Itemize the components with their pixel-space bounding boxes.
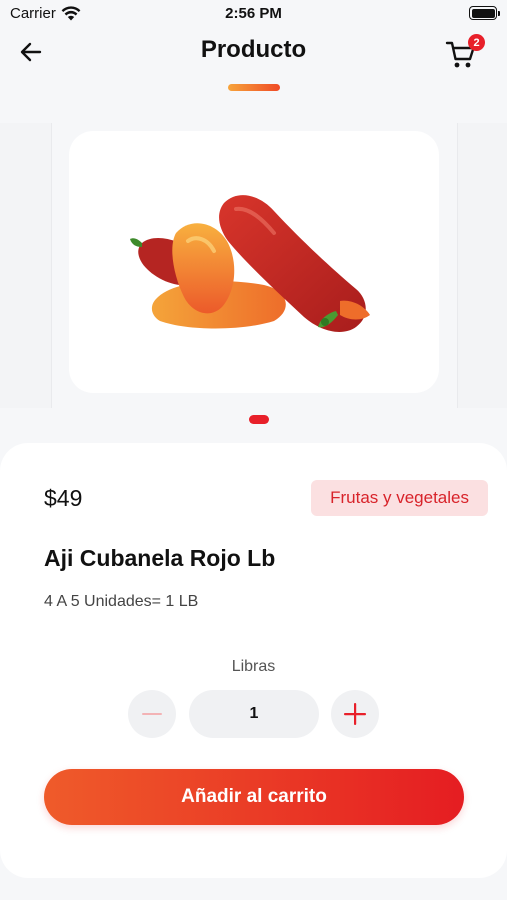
title-accent-bar [228,84,280,91]
carousel-previous-card[interactable] [0,123,52,408]
product-details-sheet: $49 Frutas y vegetales Aji Cubanela Rojo… [0,443,507,878]
status-bar: Carrier 2:56 PM [0,0,507,28]
page-title: Producto [200,36,307,63]
plus-icon [344,703,366,725]
quantity-unit-label: Libras [231,658,276,675]
category-badge: Frutas y vegetales [311,480,488,516]
add-to-cart-button[interactable]: Añadir al carrito [44,769,464,825]
decrease-quantity-button[interactable] [128,690,176,738]
product-price: $49 [44,485,83,511]
carousel-next-card[interactable] [457,123,507,408]
cart-button[interactable]: 2 [445,34,485,72]
battery-icon [469,6,500,20]
product-image-card [69,131,439,393]
minus-icon [142,713,162,715]
quantity-value[interactable]: 1 [189,690,319,738]
carousel-dot-active[interactable] [249,415,269,424]
product-image-carousel[interactable] [0,123,507,408]
carousel-page-indicator [249,415,269,424]
product-name: Aji Cubanela Rojo Lb [44,545,276,571]
clock: 2:56 PM [225,5,282,22]
navigation-bar: Producto 2 [0,30,507,74]
cart-count-badge: 2 [468,34,485,51]
quantity-stepper: 1 [128,690,380,738]
product-image [130,195,370,332]
increase-quantity-button[interactable] [331,690,379,738]
product-description: 4 A 5 Unidades= 1 LB [44,593,199,610]
